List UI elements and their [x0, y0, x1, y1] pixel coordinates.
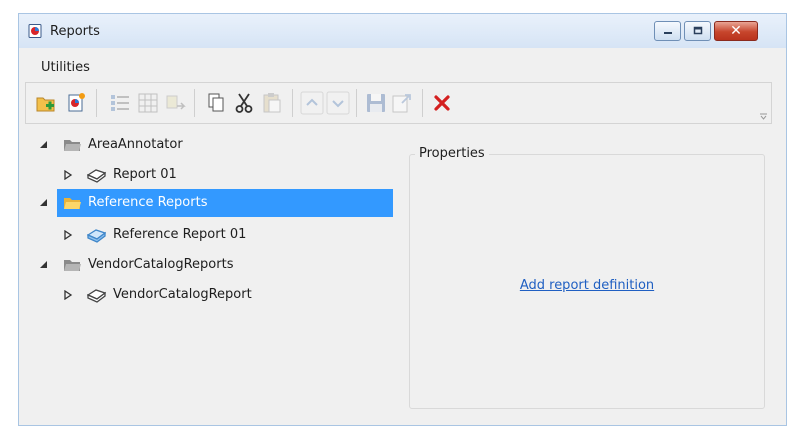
- grid-icon[interactable]: [136, 91, 160, 115]
- tree-node-label: VendorCatalogReports: [88, 257, 234, 272]
- export-icon[interactable]: [390, 91, 414, 115]
- list-view-icon[interactable]: [108, 91, 132, 115]
- tree-node-report-01[interactable]: Report 01: [57, 162, 393, 188]
- move-down-icon[interactable]: [326, 91, 350, 115]
- tree-node-label: Reference Reports: [88, 195, 208, 210]
- toolbar: [25, 82, 772, 124]
- tree-node-vendorcatalogreports[interactable]: VendorCatalogReports: [40, 252, 393, 278]
- delete-icon[interactable]: [430, 91, 454, 115]
- restore-icon: [693, 26, 702, 35]
- copy-icon[interactable]: [204, 91, 228, 115]
- tree-node-vendorcatalogreport[interactable]: VendorCatalogReport: [57, 282, 393, 308]
- tree-node-reference-report-01[interactable]: Reference Report 01: [57, 222, 393, 248]
- report-icon: [87, 169, 106, 183]
- toolbar-separator: [422, 89, 423, 117]
- expanded-arrow-icon[interactable]: [39, 198, 49, 208]
- folder-icon: [64, 140, 81, 151]
- close-icon: ✕: [730, 23, 742, 39]
- properties-panel: Add report definition: [409, 154, 765, 409]
- report-tree[interactable]: AreaAnnotator Report 01 Reference Report…: [19, 132, 399, 412]
- minimize-icon: [663, 32, 672, 34]
- toolbar-separator: [96, 89, 97, 117]
- tree-node-label: VendorCatalogReport: [113, 287, 252, 302]
- report-icon: [87, 289, 106, 303]
- menu-bar: Utilities: [19, 52, 786, 76]
- expanded-arrow-icon[interactable]: [39, 260, 49, 270]
- expanded-arrow-icon[interactable]: [39, 140, 49, 150]
- reference-report-icon: [87, 229, 106, 243]
- title-bar[interactable]: Reports ✕: [19, 14, 786, 48]
- window-title: Reports: [50, 24, 100, 39]
- menu-utilities[interactable]: Utilities: [41, 60, 90, 75]
- move-up-icon[interactable]: [300, 91, 324, 115]
- restore-button[interactable]: [684, 21, 711, 41]
- folder-icon: [64, 198, 81, 209]
- save-icon[interactable]: [364, 91, 388, 115]
- tree-node-label: AreaAnnotator: [88, 137, 183, 152]
- paste-icon[interactable]: [260, 91, 284, 115]
- reports-app-icon: [28, 24, 42, 38]
- new-folder-icon[interactable]: [34, 91, 58, 115]
- reports-window: Reports ✕ Utilities AreaAnnotator Report…: [18, 13, 787, 426]
- collapsed-arrow-icon[interactable]: [63, 290, 73, 300]
- cut-icon[interactable]: [232, 91, 256, 115]
- collapsed-arrow-icon[interactable]: [63, 230, 73, 240]
- toolbar-separator: [194, 89, 195, 117]
- move-icon[interactable]: [164, 91, 188, 115]
- add-report-definition-link[interactable]: Add report definition: [410, 278, 764, 293]
- close-button[interactable]: ✕: [714, 21, 758, 41]
- tree-node-areaannotator[interactable]: AreaAnnotator: [40, 132, 393, 158]
- minimize-button[interactable]: [654, 21, 681, 41]
- toolbar-separator: [356, 89, 357, 117]
- new-report-icon[interactable]: [64, 91, 88, 115]
- toolbar-separator: [292, 89, 293, 117]
- tree-node-label: Reference Report 01: [113, 227, 247, 242]
- collapsed-arrow-icon[interactable]: [63, 170, 73, 180]
- tree-node-label: Report 01: [113, 167, 177, 182]
- folder-icon: [64, 260, 81, 271]
- toolbar-overflow-icon[interactable]: [760, 113, 767, 120]
- properties-title: Properties: [415, 146, 489, 161]
- tree-node-reference-reports[interactable]: Reference Reports: [40, 189, 393, 217]
